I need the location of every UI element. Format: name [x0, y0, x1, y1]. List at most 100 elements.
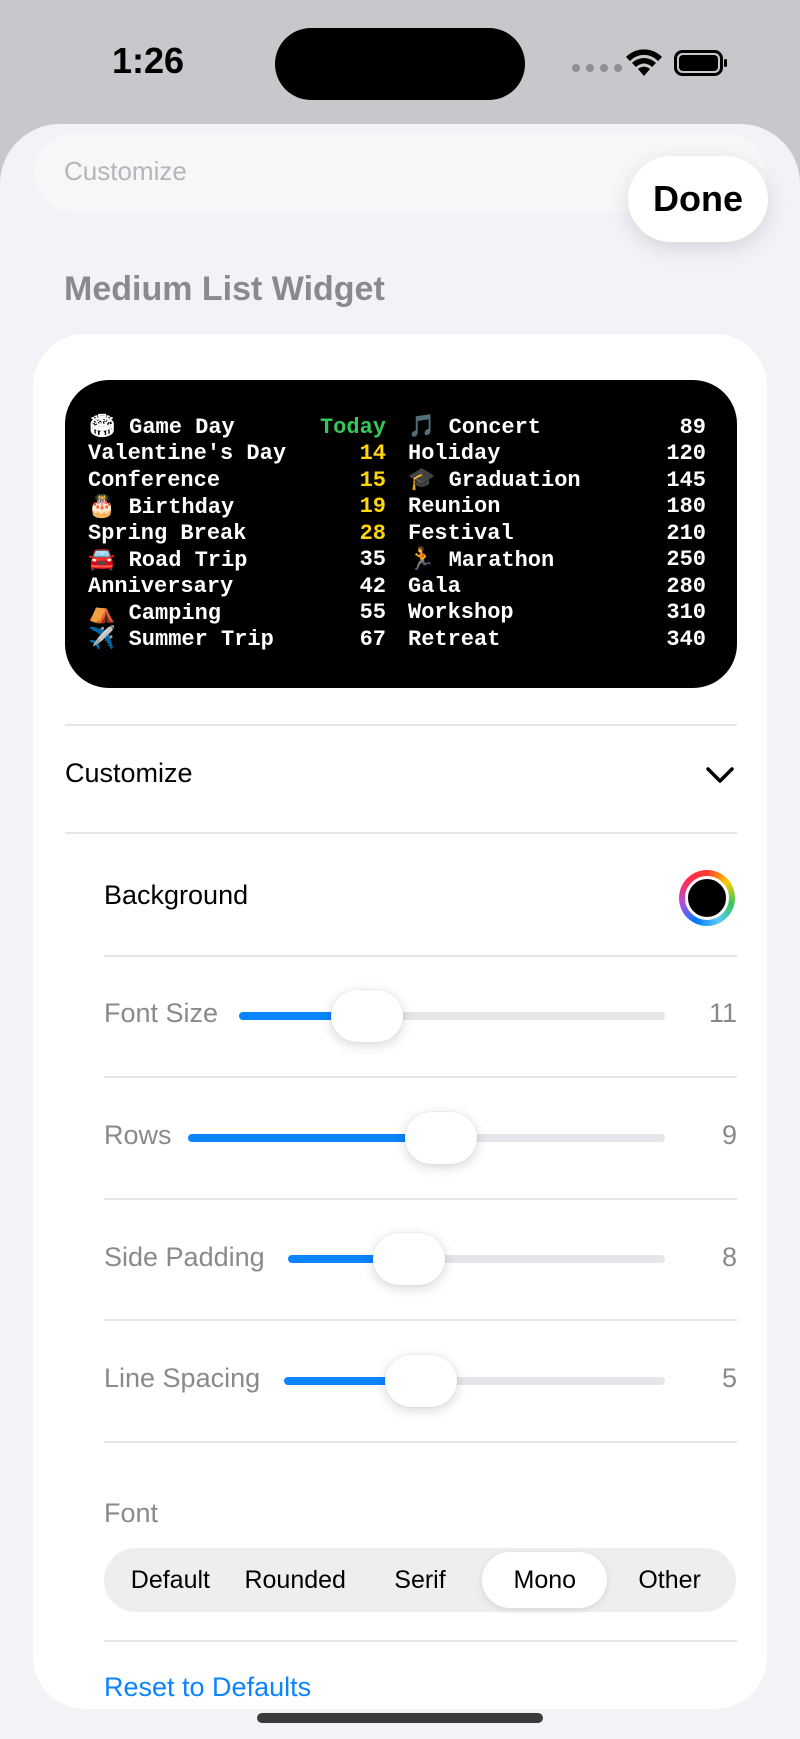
widget-row-value: 15 — [359, 467, 386, 493]
line-spacing-slider[interactable] — [284, 1355, 665, 1407]
widget-row-label: 🏟 Game Day — [88, 415, 235, 441]
divider — [104, 1076, 737, 1078]
font-size-slider[interactable] — [239, 990, 665, 1042]
side-padding-label: Side Padding — [104, 1242, 265, 1272]
widget-row-value: 55 — [359, 600, 386, 626]
customize-label: Customize — [65, 758, 193, 788]
widget-row: 🎵 Concert 89 — [408, 414, 706, 441]
done-button[interactable]: Done — [628, 156, 768, 242]
widget-row: 🏃 Marathon 250 — [408, 547, 706, 574]
widget-row-label: ⛺ Camping — [88, 600, 222, 626]
slider-thumb[interactable] — [372, 1233, 445, 1285]
line-spacing-label: Line Spacing — [104, 1363, 261, 1393]
background-color-picker[interactable] — [679, 870, 735, 926]
font-option-serif[interactable]: Serif — [358, 1552, 483, 1608]
widget-row-value: 280 — [666, 573, 706, 599]
divider — [65, 832, 737, 834]
reset-to-defaults-button[interactable]: Reset to Defaults — [104, 1672, 311, 1703]
widget-row-value: 89 — [679, 414, 706, 440]
widget-row-value: 180 — [666, 494, 706, 520]
font-segmented-control: Default Rounded Serif Mono Other — [104, 1548, 736, 1612]
wifi-icon — [626, 49, 662, 76]
widget-row: Anniversary 42 — [88, 573, 386, 600]
widget-row: Holiday 120 — [408, 441, 706, 468]
widget-row: 🚘 Road Trip 35 — [88, 547, 386, 574]
widget-left-column: 🏟 Game Day Today Valentine's Day 14 Confer… — [88, 414, 386, 653]
font-size-value: 11 — [708, 998, 737, 1028]
rows-slider[interactable] — [188, 1112, 665, 1164]
font-option-default[interactable]: Default — [108, 1552, 233, 1608]
widget-row-label: Reunion — [408, 494, 501, 520]
widget-row: Valentine's Day 14 — [88, 441, 386, 468]
widget-row: Conference 15 — [88, 467, 386, 494]
slider-thumb[interactable] — [404, 1112, 477, 1164]
font-option-mono[interactable]: Mono — [482, 1552, 608, 1608]
section-title: Medium List Widget — [64, 270, 385, 308]
widget-row-value: 14 — [359, 441, 386, 467]
widget-row-value: 310 — [666, 600, 706, 626]
widget-row: Reunion 180 — [408, 494, 706, 521]
widget-row-label: ✈️ Summer Trip — [88, 627, 274, 653]
font-option-other[interactable]: Other — [607, 1552, 732, 1608]
widget-row-value: Today — [319, 414, 386, 440]
widget-row: 🏟 Game Day Today — [88, 414, 386, 441]
widget-row: Retreat 340 — [408, 626, 706, 653]
widget-row-value: 250 — [666, 547, 706, 573]
widget-row: Workshop 310 — [408, 600, 706, 627]
widget-row-label: Retreat — [408, 626, 501, 652]
battery-icon — [674, 50, 727, 76]
chevron-down-icon — [706, 767, 734, 783]
rows-label: Rows — [104, 1120, 172, 1150]
status-bar: 1:26 — [0, 0, 800, 120]
slider-thumb[interactable] — [385, 1355, 458, 1407]
font-size-label: Font Size — [104, 998, 219, 1028]
widget-preview: 🏟 Game Day Today Valentine's Day 14 Confer… — [65, 380, 737, 688]
font-option-rounded[interactable]: Rounded — [233, 1552, 358, 1608]
widget-row-value: 19 — [359, 494, 386, 520]
widget-row-label: Conference — [88, 467, 221, 493]
slider-fill — [188, 1134, 441, 1142]
widget-row-label: 🏃 Marathon — [408, 547, 555, 573]
customize-disclosure[interactable]: Customize — [65, 724, 737, 832]
widget-row-label: 🎓 Graduation — [408, 468, 581, 494]
widget-row-label: Valentine's Day — [88, 441, 287, 467]
widget-row-label: 🎵 Concert — [408, 415, 542, 441]
widget-row-label: Spring Break — [88, 520, 247, 546]
side-padding-slider[interactable] — [288, 1233, 665, 1285]
slider-thumb[interactable] — [330, 990, 403, 1042]
settings-card: 🏟 Game Day Today Valentine's Day 14 Confer… — [33, 334, 767, 1709]
divider — [104, 1640, 737, 1642]
home-indicator — [257, 1713, 543, 1723]
widget-row-label: Workshop — [408, 600, 514, 626]
dynamic-island — [275, 28, 525, 100]
divider — [104, 1441, 737, 1443]
status-time: 1:26 — [112, 40, 185, 81]
widget-row: Festival 210 — [408, 520, 706, 547]
widget-row-label: Anniversary — [88, 573, 234, 599]
customize-sheet: Customize › Done Medium List Widget 🏟 Ga… — [0, 124, 800, 1739]
font-label: Font — [104, 1498, 159, 1528]
widget-row: ✈️ Summer Trip 67 — [88, 626, 386, 653]
divider — [104, 1319, 737, 1321]
rows-value: 9 — [721, 1120, 737, 1150]
widget-row-value: 340 — [666, 626, 706, 652]
background-label: Background — [104, 880, 249, 910]
widget-row-value: 28 — [359, 520, 386, 546]
cellular-signal-icon — [572, 64, 622, 72]
widget-row: ⛺ Camping 55 — [88, 600, 386, 627]
previous-customize-label: Customize — [64, 156, 187, 186]
divider — [104, 1198, 737, 1200]
widget-row-label: 🚘 Road Trip — [88, 547, 248, 573]
widget-row-value: 120 — [666, 441, 706, 467]
divider — [104, 955, 737, 957]
widget-right-column: 🎵 Concert 89 Holiday 120 🎓 Graduation 145 R… — [408, 414, 706, 653]
widget-row-label: Holiday — [408, 441, 501, 467]
widget-row-label: Gala — [408, 573, 461, 599]
widget-row: Gala 280 — [408, 573, 706, 600]
widget-row-value: 42 — [359, 573, 386, 599]
widget-row-value: 210 — [666, 520, 706, 546]
widget-row: 🎂 Birthday 19 — [88, 494, 386, 521]
widget-row-value: 145 — [666, 467, 706, 493]
widget-row: 🎓 Graduation 145 — [408, 467, 706, 494]
widget-row-value: 35 — [359, 547, 386, 573]
